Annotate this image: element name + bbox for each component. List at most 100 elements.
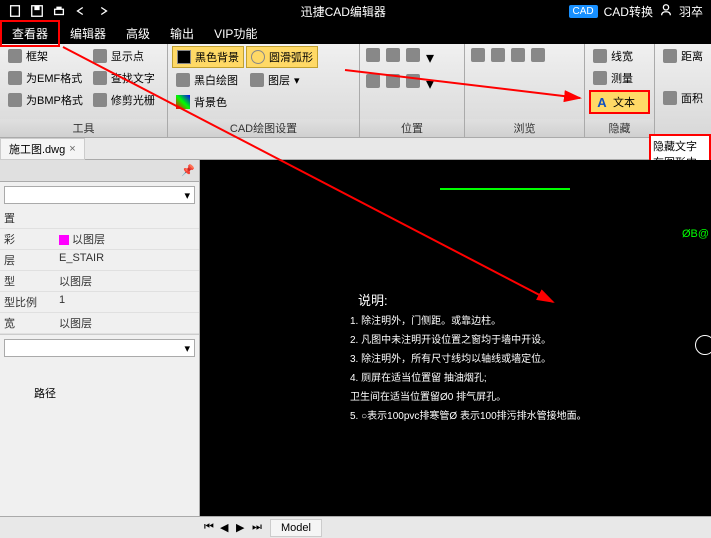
- frame-label: 框架: [26, 48, 48, 64]
- properties-panel: 📌 ▾ 置 彩以图层 层E_STAIR 型以图层 型比例1 宽以图层 ▾ 路径: [0, 160, 200, 516]
- zoom-out-icon[interactable]: [406, 74, 420, 88]
- area-icon: [663, 91, 677, 105]
- panel-dropdown[interactable]: ▾: [4, 186, 195, 204]
- menu-viewer[interactable]: 查看器: [0, 20, 60, 47]
- user-icon[interactable]: [659, 3, 673, 20]
- measure-button[interactable]: 测量: [589, 68, 650, 88]
- chevron-down-icon[interactable]: ▾: [426, 48, 434, 68]
- nav-last-icon[interactable]: ⏭: [252, 521, 266, 534]
- bwdraw-button[interactable]: 黑白绘图: [172, 70, 244, 90]
- close-icon[interactable]: ×: [69, 143, 75, 155]
- document-tabs: 施工图.dwg ×: [0, 138, 711, 160]
- pin-icon[interactable]: 📌: [181, 164, 195, 177]
- menubar: 查看器 编辑器 高级 输出 VIP功能: [0, 22, 711, 44]
- trimcursor-icon: [93, 93, 107, 107]
- linewidth-button[interactable]: 线宽: [589, 46, 650, 66]
- area-button[interactable]: 面积: [659, 88, 707, 108]
- text-button[interactable]: A文本: [589, 90, 650, 114]
- panel-dropdown-2[interactable]: ▾: [4, 339, 195, 357]
- green-line: [440, 188, 570, 190]
- bgcolor-button[interactable]: 背景色: [172, 92, 244, 112]
- menu-editor[interactable]: 编辑器: [60, 22, 116, 45]
- chevron-down-icon[interactable]: ▾: [426, 74, 434, 94]
- blackbg-button[interactable]: 黑色背景: [172, 46, 244, 68]
- prop-row-scale[interactable]: 型比例1: [0, 292, 199, 313]
- ribbon-group-browse: 浏览: [465, 44, 585, 137]
- redo-icon[interactable]: [96, 4, 110, 18]
- group-browse-label: 浏览: [465, 119, 584, 137]
- pos-icon-4[interactable]: [366, 74, 380, 88]
- new-file-icon[interactable]: [8, 4, 22, 18]
- explain-item-5: 5. ○表示100pvc排寒管Ø 表示100排污排水管接地面。: [350, 407, 587, 422]
- nav-next-icon[interactable]: ▶: [236, 521, 250, 534]
- cad-convert-button[interactable]: CAD转换: [604, 3, 653, 20]
- smootharc-label: 圆滑弧形: [269, 49, 313, 65]
- nav-first-icon[interactable]: ⏮: [204, 521, 218, 534]
- panel-properties: 置 彩以图层 层E_STAIR 型以图层 型比例1 宽以图层: [0, 208, 199, 335]
- titlebar: 迅捷CAD编辑器 CAD CAD转换 羽卒: [0, 0, 711, 22]
- explain-item-2: 2. 凡图中未注明开设位置之窗均于墙中开设。: [350, 331, 587, 346]
- bottom-nav: ⏮ ◀ ▶ ⏭: [200, 521, 270, 534]
- distance-button[interactable]: 距离: [659, 46, 707, 66]
- findtext-button[interactable]: 查找文字: [89, 68, 159, 88]
- emf-button[interactable]: 为EMF格式: [4, 68, 87, 88]
- menu-advanced[interactable]: 高级: [116, 22, 160, 45]
- menu-output[interactable]: 输出: [160, 22, 204, 45]
- nav-last-icon[interactable]: [531, 48, 545, 62]
- prop-row-linetype[interactable]: 型以图层: [0, 271, 199, 292]
- ribbon-group-tools: 框架 为EMF格式 为BMP格式 显示点 查找文字 修剪光栅 工具: [0, 44, 168, 137]
- linewidth-icon: [593, 49, 607, 63]
- tooltip-line1: 隐藏文字: [653, 138, 707, 154]
- model-tab[interactable]: Model: [270, 519, 322, 537]
- explain-item-3: 3. 除注明外，所有尺寸线均以轴线或墙定位。: [350, 350, 587, 365]
- bmp-button[interactable]: 为BMP格式: [4, 90, 87, 110]
- zoom-in-icon[interactable]: [406, 48, 420, 62]
- ribbon: 框架 为EMF格式 为BMP格式 显示点 查找文字 修剪光栅 工具 黑色背景 黑…: [0, 44, 711, 138]
- smootharc-icon: [251, 50, 265, 64]
- pos-icon-2[interactable]: [386, 48, 400, 62]
- emf-label: 为EMF格式: [26, 70, 82, 86]
- chevron-down-icon: ▾: [184, 189, 190, 202]
- chevron-down-icon: ▾: [294, 74, 300, 87]
- bwdraw-label: 黑白绘图: [194, 72, 238, 88]
- document-tab[interactable]: 施工图.dwg ×: [0, 138, 85, 160]
- frame-button[interactable]: 框架: [4, 46, 87, 66]
- layer-button[interactable]: 图层▾: [246, 70, 318, 90]
- prop-row-lineweight[interactable]: 宽以图层: [0, 313, 199, 334]
- prop-row-color[interactable]: 彩以图层: [0, 229, 199, 250]
- save-icon[interactable]: [30, 4, 44, 18]
- bottom-tabs: ⏮ ◀ ▶ ⏭ Model: [0, 516, 711, 538]
- showpoint-button[interactable]: 显示点: [89, 46, 159, 66]
- pos-icon-5[interactable]: [386, 74, 400, 88]
- nav-next-icon[interactable]: [511, 48, 525, 62]
- chevron-down-icon: ▾: [184, 342, 190, 355]
- prop-row-layer[interactable]: 层E_STAIR: [0, 250, 199, 271]
- user-name[interactable]: 羽卒: [679, 3, 703, 20]
- nav-prev-icon[interactable]: [491, 48, 505, 62]
- bwdraw-icon: [176, 73, 190, 87]
- undo-icon[interactable]: [74, 4, 88, 18]
- print-icon[interactable]: [52, 4, 66, 18]
- area-label: 面积: [681, 90, 703, 106]
- pos-icon-1[interactable]: [366, 48, 380, 62]
- explain-list: 1. 除注明外，门侧距。或靠边柱。 2. 凡图中未注明开设位置之窗均于墙中开设。…: [350, 312, 587, 426]
- trimcursor-label: 修剪光栅: [111, 92, 155, 108]
- titlebar-right: CAD CAD转换 羽卒: [569, 3, 711, 20]
- group-cadsettings-label: CAD绘图设置: [168, 119, 359, 137]
- path-label: 路径: [4, 365, 195, 421]
- trimcursor-button[interactable]: 修剪光栅: [89, 90, 159, 110]
- blackbg-label: 黑色背景: [195, 49, 239, 65]
- drawing-canvas[interactable]: ØB@ 说明: 1. 除注明外，门侧距。或靠边柱。 2. 凡图中未注明开设位置之…: [200, 160, 711, 516]
- measure-label: 测量: [611, 70, 633, 86]
- layer-icon: [250, 73, 264, 87]
- smootharc-button[interactable]: 圆滑弧形: [246, 46, 318, 68]
- nav-first-icon[interactable]: [471, 48, 485, 62]
- app-title: 迅捷CAD编辑器: [118, 3, 569, 20]
- document-tab-name: 施工图.dwg: [9, 141, 65, 157]
- nav-prev-icon[interactable]: ◀: [220, 521, 234, 534]
- explain-item-4a: 4. 厕屏在适当位置留 抽油烟孔;: [350, 369, 587, 384]
- group-hide-label: 隐藏: [585, 119, 654, 137]
- main-area: 📌 ▾ 置 彩以图层 层E_STAIR 型以图层 型比例1 宽以图层 ▾ 路径 …: [0, 160, 711, 516]
- menu-vip[interactable]: VIP功能: [204, 22, 267, 45]
- bmp-label: 为BMP格式: [26, 92, 83, 108]
